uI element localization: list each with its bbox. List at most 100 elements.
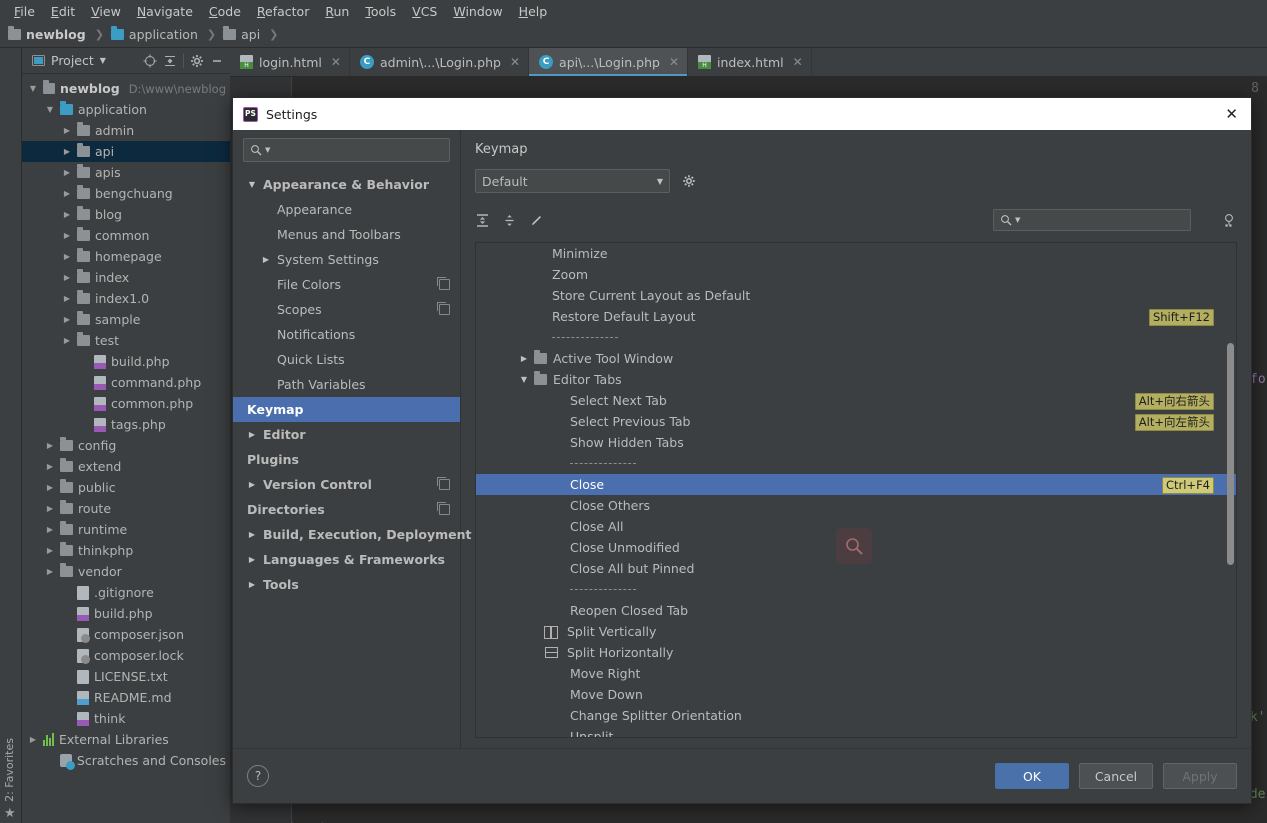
favorites-strip-button[interactable]: 2: Favorites [3,738,16,802]
menu-item-edit[interactable]: Edit [43,2,83,21]
action-row-move-right[interactable]: Move Right [476,663,1236,684]
apply-button[interactable]: Apply [1163,763,1237,789]
copy-icon[interactable] [437,302,450,315]
tree-node-build.php[interactable]: build.php [22,603,230,624]
close-icon[interactable]: ✕ [331,55,341,69]
settings-category-directories[interactable]: Directories [233,497,460,522]
locate-icon[interactable] [143,54,157,68]
close-icon[interactable]: ✕ [669,55,679,69]
chevron-right-icon[interactable]: ▶ [45,462,55,471]
tree-node-runtime[interactable]: ▶ runtime [22,519,230,540]
settings-category-tree[interactable]: ▼ ▼ Appearance & Behavior Appearance Menus … [233,130,472,748]
tree-node-composer.json[interactable]: composer.json [22,624,230,645]
action-row-store-current-layout-as-default[interactable]: Store Current Layout as Default [476,285,1236,306]
settings-category-languages---frameworks[interactable]: ▶ Languages & Frameworks [233,547,460,572]
chevron-right-icon[interactable]: ▶ [518,354,530,363]
chevron-right-icon[interactable]: ▶ [62,294,72,303]
tree-node-newblog[interactable]: ▼ newblog D:\www\newblog [22,78,230,99]
action-row-select-previous-tab[interactable]: Select Previous Tab Alt+向左箭头 [476,411,1236,432]
tree-node-license.txt[interactable]: LICENSE.txt [22,666,230,687]
action-row-change-splitter-orientation[interactable]: Change Splitter Orientation [476,705,1236,726]
gear-icon[interactable] [682,174,697,189]
action-row-close[interactable]: Close Ctrl+F4 [476,474,1236,495]
action-row-split-horizontally[interactable]: Split Horizontally [476,642,1236,663]
settings-category-file-colors[interactable]: File Colors [233,272,460,297]
chevron-right-icon[interactable]: ▶ [62,231,72,240]
tree-node-route[interactable]: ▶ route [22,498,230,519]
tree-node-blog[interactable]: ▶ blog [22,204,230,225]
menu-item-view[interactable]: View [83,2,129,21]
gear-icon[interactable] [190,54,204,68]
menu-item-code[interactable]: Code [201,2,249,21]
action-row-active-tool-window[interactable]: ▶ Active Tool Window [476,348,1236,369]
tree-node-config[interactable]: ▶ config [22,435,230,456]
chevron-right-icon[interactable]: ▶ [261,255,271,264]
menu-item-run[interactable]: Run [317,2,357,21]
chevron-right-icon[interactable]: ▶ [62,273,72,282]
chevron-right-icon[interactable]: ▶ [45,567,55,576]
tree-node-thinkphp[interactable]: ▶ thinkphp [22,540,230,561]
tree-node-admin[interactable]: ▶ admin [22,120,230,141]
chevron-right-icon[interactable]: ▶ [45,441,55,450]
tree-node-common.php[interactable]: common.php [22,393,230,414]
action-row-split-vertically[interactable]: Split Vertically [476,621,1236,642]
chevron-right-icon[interactable]: ▶ [247,480,257,489]
chevron-right-icon[interactable]: ▶ [62,336,72,345]
settings-category-editor[interactable]: ▶ Editor [233,422,460,447]
edit-shortcut-icon[interactable] [529,213,544,228]
chevron-down-icon[interactable]: ▼ [518,375,530,384]
menu-item-help[interactable]: Help [511,2,556,21]
help-button[interactable]: ? [247,765,269,787]
settings-category-quick-lists[interactable]: Quick Lists [233,347,460,372]
action-row-minimize[interactable]: Minimize [476,243,1236,264]
keymap-toolbar[interactable]: ▼ [475,207,1237,233]
tree-node-index1.0[interactable]: ▶ index1.0 [22,288,230,309]
chevron-right-icon[interactable]: ▶ [247,530,257,539]
settings-category-notifications[interactable]: Notifications [233,322,460,347]
menu-item-refactor[interactable]: Refactor [249,2,317,21]
chevron-right-icon[interactable]: ▶ [45,546,55,555]
action-row-select-next-tab[interactable]: Select Next Tab Alt+向右箭头 [476,390,1236,411]
editor-tab-index.html[interactable]: index.html ✕ [688,48,812,76]
copy-icon[interactable] [437,502,450,515]
tree-node-vendor[interactable]: ▶ vendor [22,561,230,582]
settings-category-appearance---behavior[interactable]: ▼ Appearance & Behavior [233,172,460,197]
chevron-right-icon[interactable]: ▶ [62,126,72,135]
settings-category-scopes[interactable]: Scopes [233,297,460,322]
breadcrumb-item-api[interactable]: api ❯ [223,26,285,42]
settings-category-keymap[interactable]: Keymap [233,397,460,422]
copy-icon[interactable] [437,277,450,290]
search-dropdown-icon[interactable]: ▼ [265,146,270,154]
editor-tab-api-...-login.php[interactable]: Capi\...\Login.php ✕ [529,48,688,76]
menu-item-navigate[interactable]: Navigate [129,2,201,21]
tree-node-index[interactable]: ▶ index [22,267,230,288]
tree-node-readme.md[interactable]: README.md [22,687,230,708]
action-row-move-down[interactable]: Move Down [476,684,1236,705]
breadcrumb-item-newblog[interactable]: newblog ❯ [8,26,111,42]
action-row-restore-default-layout[interactable]: Restore Default Layout Shift+F12 [476,306,1236,327]
tree-node-think[interactable]: think [22,708,230,729]
settings-search-input[interactable]: ▼ [243,138,450,162]
chevron-down-icon[interactable]: ▼ [28,84,38,93]
chevron-right-icon[interactable]: ▶ [45,525,55,534]
chevron-right-icon[interactable]: ▶ [247,430,257,439]
chevron-right-icon[interactable]: ▶ [62,210,72,219]
tree-node-bengchuang[interactable]: ▶ bengchuang [22,183,230,204]
chevron-right-icon[interactable]: ▶ [62,315,72,324]
minimize-icon[interactable] [210,54,224,68]
chevron-right-icon[interactable]: ▶ [62,147,72,156]
settings-category-plugins[interactable]: Plugins [233,447,460,472]
find-by-shortcut-icon[interactable] [1221,212,1237,228]
tree-node-apis[interactable]: ▶ apis [22,162,230,183]
settings-category-build--execution--deployment[interactable]: ▶ Build, Execution, Deployment [233,522,472,547]
tree-node-command.php[interactable]: command.php [22,372,230,393]
chevron-down-icon[interactable]: ▼ [247,180,257,189]
tree-node-homepage[interactable]: ▶ homepage [22,246,230,267]
chevron-down-icon[interactable]: ▼ [100,56,106,65]
keymap-filter-input[interactable]: ▼ [993,209,1191,231]
close-icon[interactable]: ✕ [793,55,803,69]
settings-category-appearance[interactable]: Appearance [233,197,460,222]
tree-node-tags.php[interactable]: tags.php [22,414,230,435]
chevron-right-icon[interactable]: ▶ [62,189,72,198]
chevron-right-icon[interactable]: ▶ [247,580,257,589]
